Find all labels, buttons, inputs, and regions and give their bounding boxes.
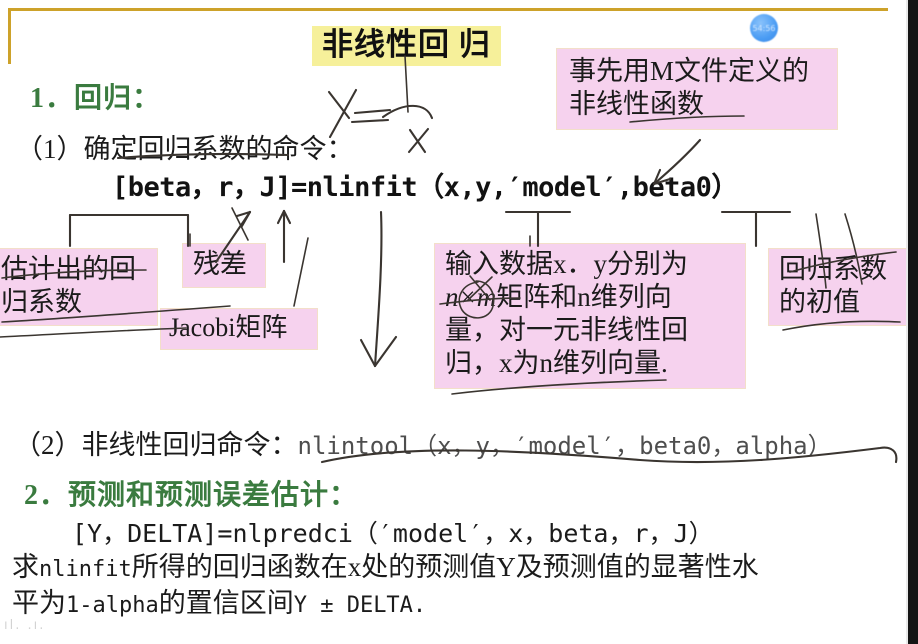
right-edge-strip [908,0,918,644]
slide-canvas: 非线性回 归 54:56 1．回归： （1）确定回归系数的命令： [beta，r… [0,0,918,644]
para-l1-post: 所得的回归函数在x处的预测值Y及预测值的显著性水 [131,552,759,582]
ink-arc-right [381,104,434,120]
subsection-label-1: （1）确定回归系数的命令： [16,134,354,164]
annotation-input-data-line2-rest: 矩阵和n维列向 [496,281,672,312]
annotation-input-data-line1: 输入数据x．y分别为 [445,249,688,279]
para-l2-code: 1-alpha [66,592,159,618]
ink-letter-x-1 [408,128,427,154]
ink-equals-top [353,108,392,115]
para-l1-code: nlinfit [39,557,132,582]
ink-arrow-r-head1 [240,210,252,228]
frame-top-rule [8,8,888,11]
ink-arrow-down-head1 [359,338,377,368]
annotation-jacobi-matrix: Jacobi矩阵 [160,308,318,350]
ink-strike-estimated-3 [0,327,187,338]
annotation-input-data-line3: 量，对一元非线性回 [445,314,688,345]
para-l2-pre: 平为 [12,587,66,618]
ink-arrow-down-head2 [373,335,398,368]
formula-nlinfit: [beta，r，J]=nlinfit（x,y,′model′,beta0） [112,172,738,203]
annotation-mfile: 事先用M文件定义的非线性函数 [556,48,838,130]
annotation-residual: 残差 [182,243,266,288]
formula-nlpredci: [Y，DELTA]=nlpredci（′model′，x，beta，r，J） [72,519,714,548]
ink-letter-y-1 [327,90,351,120]
ink-letter-x-2 [407,127,430,154]
frame-left-rule [8,8,11,64]
annotation-estimated-coefficients: 估计出的回归系数 [0,248,158,326]
explanatory-paragraph: 求nlinfit所得的回归函数在x处的预测值Y及预测值的显著性水 平为1-alp… [12,550,912,621]
ink-arrow-r-head2 [235,210,252,218]
explanatory-paragraph-line1: 求nlinfit所得的回归函数在x处的预测值Y及预测值的显著性水 [12,550,912,586]
annotation-initial-value: 回归系数的初值 [768,248,916,326]
annotation-input-data: 输入数据x．y分别为 n×m矩阵和n维列向 量，对一元非线性回 归，x为n维列向… [434,243,746,389]
ink-line-residual [231,207,249,241]
annotation-input-data-line2: n×m矩阵和n维列向 [445,281,737,314]
video-time-badge[interactable]: 54:56 [750,14,778,42]
annotation-input-data-line4: 归，x为n维列向量. [445,347,668,378]
subsection-label-2-text: （2）非线性回归命令： [14,430,298,460]
para-l2-mid: 的置信区间 [158,587,294,618]
ink-arrow-j-head1 [276,209,286,225]
ink-arrow-down-shaft [373,210,383,368]
dimension-symbol: n×m [445,281,497,312]
section-heading-2: 2．预测和预测误差估计： [24,480,359,511]
para-l1-pre: 求 [12,552,39,582]
video-watermark: ıl. .ı. [4,618,46,633]
section-heading-1: 1．回归： [30,83,162,114]
ink-arrow-j-head2 [282,209,292,225]
para-l2-code2: Y ± DELTA. [293,592,427,618]
explanatory-paragraph-line2: 平为1-alpha的置信区间Y ± DELTA. [12,586,912,622]
ink-line-jacobi [293,237,309,307]
formula-nlintool: nlintool（x，y，′model′，beta0，alpha） [297,432,832,460]
slide-title: 非线性回 归 [312,26,501,67]
ink-equals-bottom [350,118,390,124]
subsection-label-2: （2）非线性回归命令：nlintool（x，y，′model′，beta0，al… [14,423,832,462]
